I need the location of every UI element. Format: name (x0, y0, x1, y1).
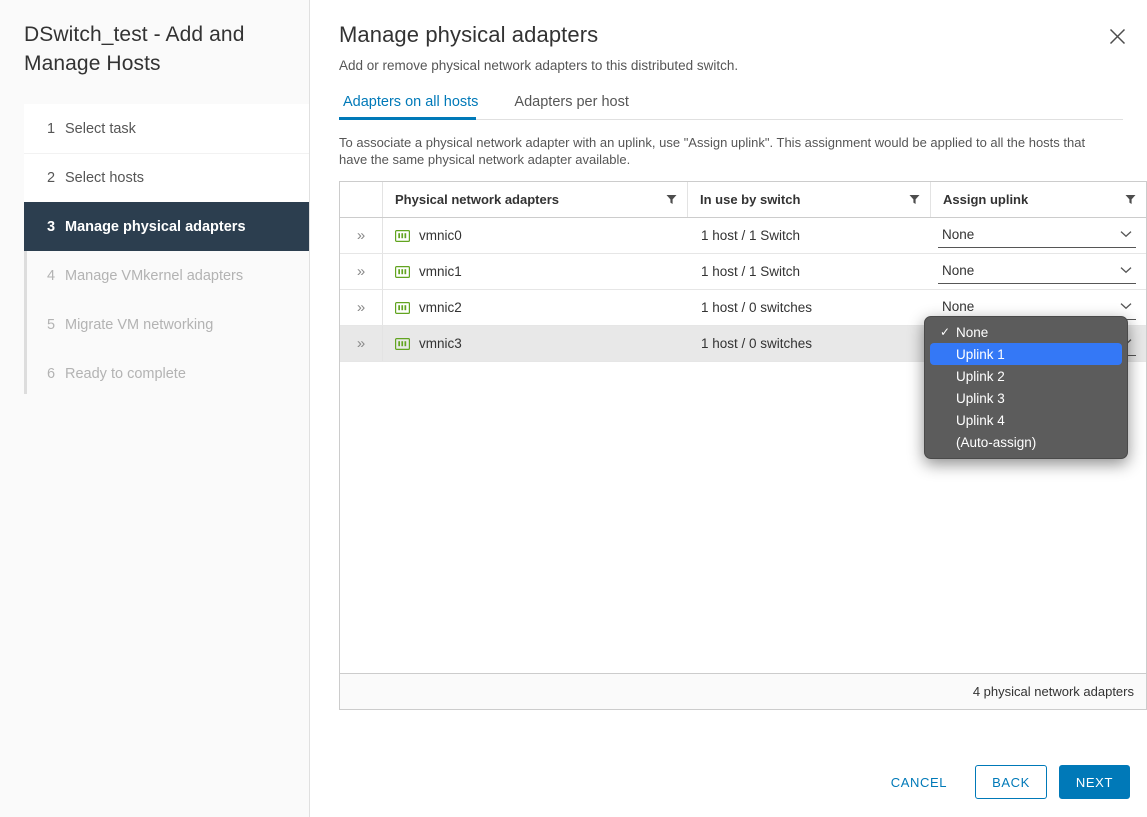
step-number: 5 (47, 317, 65, 333)
filter-icon[interactable] (909, 194, 920, 205)
column-header-label: Physical network adapters (395, 192, 559, 207)
adapter-name: vmnic2 (419, 300, 462, 315)
dropdown-option-label: None (956, 325, 988, 340)
tab-adapters-on-all-hosts[interactable]: Adapters on all hosts (339, 94, 491, 119)
tab-label: Adapters on all hosts (343, 94, 478, 110)
adapter-name-cell: vmnic3 (382, 326, 687, 361)
table-header-row: Physical network adapters In use by swit… (340, 182, 1146, 218)
dropdown-option-none[interactable]: ✓ None (930, 321, 1122, 343)
assign-uplink-cell: None (930, 254, 1146, 289)
check-icon: ✓ (940, 325, 956, 339)
assign-uplink-value: None (942, 299, 974, 314)
chevron-double-right-icon[interactable]: » (340, 290, 382, 325)
step-number: 6 (47, 366, 65, 382)
column-header-label: Assign uplink (943, 192, 1028, 207)
assign-uplink-select[interactable]: None (938, 223, 1136, 248)
dialog-footer: CANCEL BACK NEXT (875, 765, 1130, 799)
back-button[interactable]: BACK (975, 765, 1047, 799)
in-use-by-switch-value: 1 host / 0 switches (687, 326, 930, 361)
adapter-name: vmnic1 (419, 264, 462, 279)
assign-uplink-value: None (942, 263, 974, 278)
assign-uplink-select[interactable]: None (938, 259, 1136, 284)
nic-adapter-icon (395, 266, 411, 278)
sidebar-step-select-hosts[interactable]: 2 Select hosts (24, 153, 309, 202)
in-use-by-switch-value: 1 host / 1 Switch (687, 254, 930, 289)
dropdown-option-uplink-2[interactable]: Uplink 2 (930, 365, 1122, 387)
adapter-name-cell: vmnic2 (382, 290, 687, 325)
adapter-name-cell: vmnic0 (382, 218, 687, 253)
tab-bar: Adapters on all hosts Adapters per host (339, 90, 1123, 120)
adapter-name: vmnic0 (419, 228, 462, 243)
dropdown-option-uplink-1[interactable]: Uplink 1 (930, 343, 1122, 365)
sidebar-step-ready-to-complete[interactable]: 6 Ready to complete (24, 349, 309, 398)
in-use-by-switch-value: 1 host / 1 Switch (687, 218, 930, 253)
column-header-expand (340, 182, 382, 217)
sidebar-step-manage-physical-adapters[interactable]: 3 Manage physical adapters (24, 202, 309, 251)
adapter-name-cell: vmnic1 (382, 254, 687, 289)
dropdown-option-uplink-3[interactable]: Uplink 3 (930, 387, 1122, 409)
dropdown-option-label: Uplink 2 (956, 369, 1005, 384)
step-label: Manage physical adapters (65, 219, 246, 235)
step-label: Select hosts (65, 170, 144, 186)
in-use-by-switch-value: 1 host / 0 switches (687, 290, 930, 325)
wizard-dialog: DSwitch_test - Add and Manage Hosts 1 Se… (0, 0, 1147, 817)
nic-adapter-icon (395, 338, 411, 350)
dropdown-option-label: Uplink 4 (956, 413, 1005, 428)
filter-icon[interactable] (666, 194, 677, 205)
nic-adapter-icon (395, 302, 411, 314)
assign-uplink-cell: None (930, 218, 1146, 253)
dropdown-option-label: Uplink 3 (956, 391, 1005, 406)
step-number: 1 (47, 121, 65, 137)
next-button[interactable]: NEXT (1059, 765, 1130, 799)
chevron-double-right-icon[interactable]: » (340, 326, 382, 361)
nic-adapter-icon (395, 230, 411, 242)
cancel-button[interactable]: CANCEL (875, 765, 963, 799)
chevron-double-right-icon[interactable]: » (340, 254, 382, 289)
wizard-sidebar: DSwitch_test - Add and Manage Hosts 1 Se… (0, 0, 310, 817)
adapter-name: vmnic3 (419, 336, 462, 351)
tab-label: Adapters per host (514, 94, 628, 110)
dropdown-option-auto-assign[interactable]: (Auto-assign) (930, 431, 1122, 453)
table-row[interactable]: » vmnic1 1 host / 1 Switch (340, 254, 1146, 290)
page-subtitle: Add or remove physical network adapters … (310, 48, 1147, 73)
dropdown-option-label: Uplink 1 (956, 347, 1005, 362)
column-header-assign-uplink[interactable]: Assign uplink (930, 182, 1146, 217)
row-count-label: 4 physical network adapters (973, 684, 1134, 699)
table-row[interactable]: » vmnic0 1 host / 1 Switch (340, 218, 1146, 254)
assign-uplink-dropdown-menu[interactable]: ✓ None Uplink 1 Uplink 2 Uplink 3 Uplink… (924, 316, 1128, 459)
step-number: 4 (47, 268, 65, 284)
step-number: 3 (47, 219, 65, 235)
chevron-down-icon (1120, 230, 1132, 238)
chevron-down-icon (1120, 302, 1132, 310)
step-label: Migrate VM networking (65, 317, 213, 333)
step-label: Ready to complete (65, 366, 186, 382)
sidebar-step-select-task[interactable]: 1 Select task (24, 104, 309, 153)
step-label: Manage VMkernel adapters (65, 268, 243, 284)
column-header-label: In use by switch (700, 192, 800, 207)
step-label: Select task (65, 121, 136, 137)
chevron-double-right-icon[interactable]: » (340, 218, 382, 253)
page-title: Manage physical adapters (310, 0, 1147, 48)
sidebar-step-migrate-vm-networking[interactable]: 5 Migrate VM networking (24, 300, 309, 349)
step-number: 2 (47, 170, 65, 186)
tab-adapters-per-host[interactable]: Adapters per host (510, 94, 641, 119)
chevron-down-icon (1120, 266, 1132, 274)
column-header-physical-network-adapters[interactable]: Physical network adapters (382, 182, 687, 217)
dropdown-option-uplink-4[interactable]: Uplink 4 (930, 409, 1122, 431)
wizard-steps: 1 Select task 2 Select hosts 3 Manage ph… (0, 104, 309, 398)
close-icon[interactable] (1101, 20, 1133, 52)
column-header-in-use-by-switch[interactable]: In use by switch (687, 182, 930, 217)
help-text: To associate a physical network adapter … (310, 120, 1120, 168)
dropdown-option-label: (Auto-assign) (956, 435, 1036, 450)
filter-icon[interactable] (1125, 194, 1136, 205)
wizard-title: DSwitch_test - Add and Manage Hosts (0, 0, 309, 78)
table-footer: 4 physical network adapters (340, 673, 1146, 709)
sidebar-step-manage-vmkernel-adapters[interactable]: 4 Manage VMkernel adapters (24, 251, 309, 300)
assign-uplink-value: None (942, 227, 974, 242)
